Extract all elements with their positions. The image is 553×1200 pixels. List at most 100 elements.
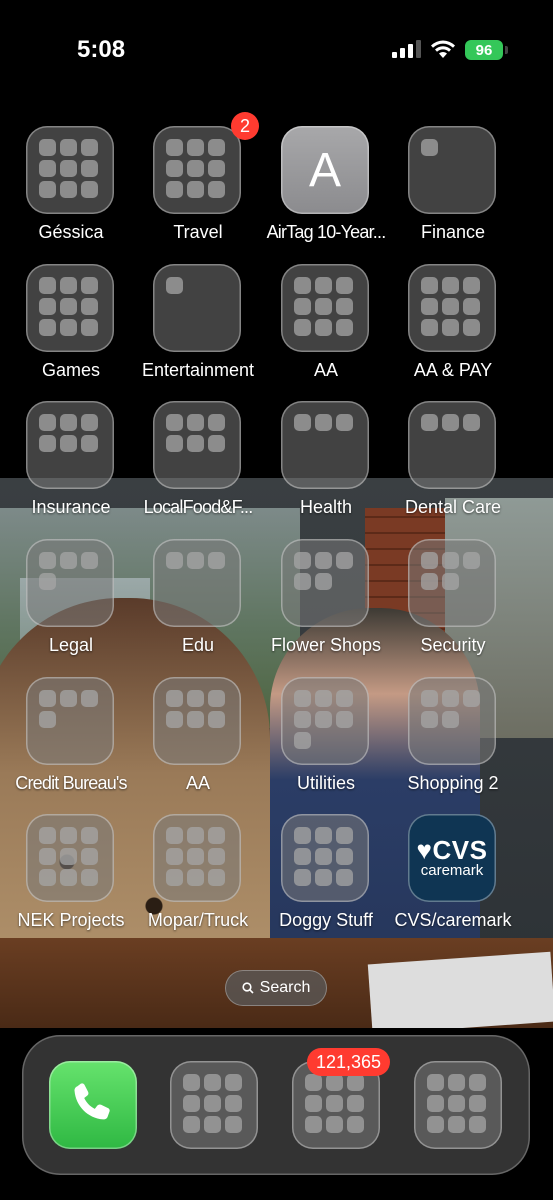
folder-tile bbox=[26, 539, 114, 627]
folder-app-thumbnail bbox=[81, 552, 98, 569]
app-icon: A bbox=[281, 126, 369, 214]
search-button[interactable]: Search bbox=[225, 970, 327, 1006]
dock-folder-1[interactable] bbox=[170, 1061, 260, 1151]
folder-aa[interactable]: AA bbox=[134, 677, 262, 807]
folder-preview bbox=[305, 1074, 367, 1136]
folder-app-thumbnail bbox=[183, 1116, 200, 1133]
folder-security[interactable]: Security bbox=[389, 539, 517, 669]
battery-indicator: 96 bbox=[465, 40, 503, 60]
folder-app-thumbnail bbox=[166, 711, 183, 728]
folder-preview bbox=[421, 690, 483, 752]
app-label: Utilities bbox=[296, 773, 355, 793]
folder-edu[interactable]: Edu bbox=[134, 539, 262, 669]
app-label: Flower Shops bbox=[270, 635, 382, 655]
folder-shopping-2[interactable]: Shopping 2 bbox=[389, 677, 517, 807]
folder-doggy-stuff[interactable]: Doggy Stuff bbox=[262, 814, 390, 944]
folder-legal[interactable]: Legal bbox=[7, 539, 135, 669]
folder-app-thumbnail bbox=[442, 690, 459, 707]
folder-preview bbox=[294, 827, 356, 889]
folder-app-thumbnail bbox=[187, 139, 204, 156]
folder-finance[interactable]: Finance bbox=[389, 126, 517, 256]
folder-tile bbox=[408, 401, 496, 489]
folder-app-thumbnail bbox=[294, 848, 311, 865]
folder-app-thumbnail bbox=[469, 1074, 486, 1091]
search-icon bbox=[242, 982, 254, 994]
folder-insurance[interactable]: Insurance bbox=[7, 401, 135, 531]
folder-app-thumbnail bbox=[208, 827, 225, 844]
folder-entertainment[interactable]: Entertainment bbox=[134, 264, 262, 394]
folder-health[interactable]: Health bbox=[262, 401, 390, 531]
folder-g-ssica[interactable]: Géssica bbox=[7, 126, 135, 256]
folder-app-thumbnail bbox=[225, 1074, 242, 1091]
folder-app-thumbnail bbox=[315, 319, 332, 336]
folder-app-thumbnail bbox=[187, 827, 204, 844]
folder-app-thumbnail bbox=[166, 435, 183, 452]
app-cvs-caremark[interactable]: ♥CVS caremark CVS/caremark bbox=[389, 814, 517, 944]
cvs-logo-icon: ♥CVS caremark bbox=[408, 814, 496, 902]
folder-tile bbox=[153, 126, 241, 214]
folder-app-thumbnail bbox=[39, 298, 56, 315]
folder-app-thumbnail bbox=[204, 1074, 221, 1091]
folder-app-thumbnail bbox=[60, 181, 77, 198]
app-airtag-10-year[interactable]: A AirTag 10-Year... bbox=[262, 126, 390, 256]
battery-cap-icon bbox=[505, 46, 508, 54]
folder-app-thumbnail bbox=[442, 277, 459, 294]
folder-app-thumbnail bbox=[81, 277, 98, 294]
dock-folder-2[interactable]: 121,365 bbox=[292, 1048, 391, 1151]
folder-app-thumbnail bbox=[60, 552, 77, 569]
folder-app-thumbnail bbox=[347, 1074, 364, 1091]
folder-app-thumbnail bbox=[463, 319, 480, 336]
folder-app-thumbnail bbox=[187, 552, 204, 569]
dock-phone[interactable] bbox=[49, 1061, 139, 1151]
folder-dental-care[interactable]: Dental Care bbox=[389, 401, 517, 531]
app-label: Doggy Stuff bbox=[279, 910, 373, 930]
folder-aa[interactable]: AA bbox=[262, 264, 390, 394]
folder-app-thumbnail bbox=[294, 690, 311, 707]
folder-app-thumbnail bbox=[187, 435, 204, 452]
folder-app-thumbnail bbox=[469, 1095, 486, 1112]
folder-mopar-truck[interactable]: Mopar/Truck bbox=[134, 814, 262, 944]
folder-flower-shops[interactable]: Flower Shops bbox=[262, 539, 390, 669]
folder-tile bbox=[281, 677, 369, 765]
folder-utilities[interactable]: Utilities bbox=[262, 677, 390, 807]
folder-tile bbox=[281, 814, 369, 902]
folder-games[interactable]: Games bbox=[7, 264, 135, 394]
folder-app-thumbnail bbox=[208, 414, 225, 431]
folder-app-thumbnail bbox=[442, 298, 459, 315]
app-label: AA & PAY bbox=[413, 360, 493, 380]
folder-localfood-f[interactable]: LocalFood&F... bbox=[134, 401, 262, 531]
folder-credit-bureau-s[interactable]: Credit Bureau's bbox=[7, 677, 135, 807]
folder-travel[interactable]: 2 Travel bbox=[134, 112, 262, 256]
folder-tile bbox=[26, 401, 114, 489]
folder-app-thumbnail bbox=[225, 1095, 242, 1112]
folder-app-thumbnail bbox=[347, 1116, 364, 1133]
folder-app-thumbnail bbox=[81, 319, 98, 336]
folder-app-thumbnail bbox=[166, 690, 183, 707]
folder-app-thumbnail bbox=[208, 160, 225, 177]
folder-app-thumbnail bbox=[166, 139, 183, 156]
folder-app-thumbnail bbox=[315, 573, 332, 590]
folder-app-thumbnail bbox=[166, 277, 183, 294]
folder-app-thumbnail bbox=[39, 319, 56, 336]
folder-tile bbox=[281, 539, 369, 627]
folder-app-thumbnail bbox=[305, 1095, 322, 1112]
folder-aa-pay[interactable]: AA & PAY bbox=[389, 264, 517, 394]
folder-app-thumbnail bbox=[60, 848, 77, 865]
folder-app-thumbnail bbox=[208, 181, 225, 198]
battery-level: 96 bbox=[475, 41, 493, 59]
folder-app-thumbnail bbox=[166, 160, 183, 177]
folder-preview bbox=[421, 139, 483, 201]
folder-app-thumbnail bbox=[208, 435, 225, 452]
app-label: Edu bbox=[181, 635, 215, 655]
folder-app-thumbnail bbox=[326, 1095, 343, 1112]
folder-app-thumbnail bbox=[421, 277, 438, 294]
folder-app-thumbnail bbox=[294, 319, 311, 336]
folder-nek-projects[interactable]: NEK Projects bbox=[7, 814, 135, 944]
folder-preview bbox=[166, 827, 228, 889]
dock-folder-3[interactable] bbox=[414, 1061, 504, 1151]
folder-app-thumbnail bbox=[183, 1074, 200, 1091]
folder-app-thumbnail bbox=[81, 435, 98, 452]
folder-app-thumbnail bbox=[469, 1116, 486, 1133]
folder-app-thumbnail bbox=[336, 711, 353, 728]
app-label: CVS/caremark bbox=[394, 910, 512, 930]
